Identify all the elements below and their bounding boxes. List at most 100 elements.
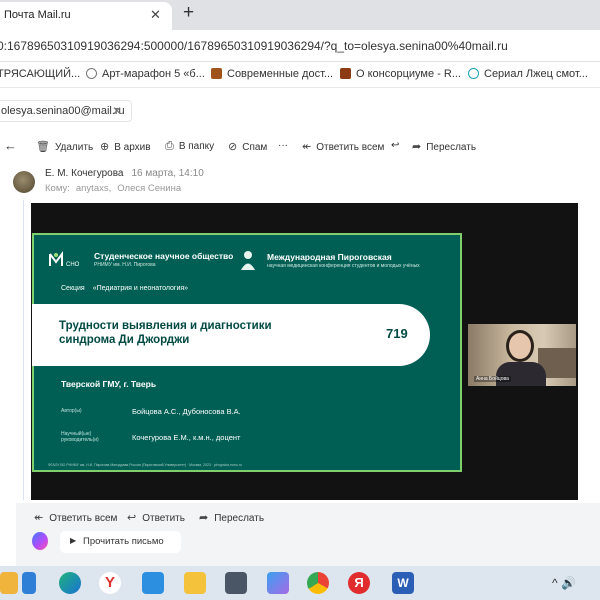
reply-all-button[interactable]: ↞ Ответить всем	[302, 140, 384, 153]
thread-line	[23, 200, 24, 500]
recipient[interactable]: anytaxs,	[76, 183, 111, 194]
bookmark-label: ТРЯСАЮЩИЙ...	[0, 68, 81, 80]
forward-button-bottom[interactable]: ➦ Переслать	[199, 511, 264, 524]
archive-label: В архив	[114, 142, 151, 153]
reply-button[interactable]: ↩	[391, 140, 399, 151]
sender-line: Е. М. Кочегурова 16 марта, 14:10	[45, 168, 204, 179]
more-button[interactable]: ···	[278, 140, 288, 151]
participant-body	[496, 362, 546, 386]
recipient[interactable]: Олеся Сенина	[117, 183, 181, 194]
message-date: 16 марта, 14:10	[131, 168, 204, 179]
pirogov-portrait-icon	[241, 251, 255, 270]
tab-title: Почта Mail.ru	[4, 9, 71, 21]
address-url[interactable]: 0:16789650310919036294:500000/1678965031…	[0, 39, 508, 53]
bookmark-3[interactable]: Современные дост...	[211, 68, 333, 80]
slide-title-line-1: Трудности выявления и диагностики	[59, 320, 272, 332]
account-chip[interactable]: olesya.senina00@mail.ru ✕	[0, 100, 132, 122]
spam-label: Спам	[242, 142, 268, 153]
abstract-number: 719	[386, 326, 408, 341]
folder-icon: ⎙	[165, 140, 174, 152]
supervisor-value: Кочегурова Е.М., к.м.н., доцент	[132, 433, 241, 442]
calculator-icon[interactable]	[225, 572, 247, 594]
move-label: В папку	[178, 141, 215, 152]
address-bar[interactable]: 0:16789650310919036294:500000/1678965031…	[0, 30, 600, 62]
participant-name: Анна Бойцова	[474, 376, 511, 382]
title-pill: Трудности выявления и диагностики синдро…	[32, 304, 430, 366]
files-icon[interactable]	[0, 572, 18, 594]
reply-all-icon: ↞	[34, 512, 44, 524]
reply-all-button-bottom[interactable]: ↞ Ответить всем	[34, 511, 117, 524]
recipients-line: Кому: anytaxs, Олеся Сенина	[45, 183, 187, 194]
taskbar: Y Я W ^ 🔊	[0, 566, 600, 600]
sender-name[interactable]: Е. М. Кочегурова	[45, 168, 123, 179]
forward-icon: ➦	[199, 512, 209, 524]
tab-close-icon[interactable]: ✕	[150, 7, 161, 23]
reply-label: Ответить	[142, 513, 185, 524]
sender-avatar[interactable]	[13, 171, 35, 193]
site-icon	[211, 68, 222, 79]
archive-icon: ⊕	[100, 141, 110, 153]
section-label: Секция	[61, 285, 85, 292]
bookmark-5[interactable]: Сериал Лжец смот...	[468, 68, 588, 80]
participant-head	[506, 330, 534, 362]
forward-label: Переслать	[214, 513, 265, 524]
move-to-folder-button[interactable]: ⎙ В папку	[165, 140, 214, 153]
archive-button[interactable]: ⊕ В архив	[100, 140, 151, 153]
reply-all-label: Ответить всем	[49, 513, 118, 524]
forward-label: Переслать	[426, 142, 477, 153]
delete-label: Удалить	[54, 142, 94, 153]
reply-all-icon: ↞	[302, 141, 312, 153]
reply-icon: ↩	[127, 512, 137, 524]
bookmark-4[interactable]: О консорциуме - R...	[340, 68, 461, 80]
read-aloud-button[interactable]: ▶ Прочитать письмо	[60, 531, 181, 553]
sno-logo: СНО	[49, 251, 80, 268]
close-icon[interactable]: ✕	[112, 104, 122, 118]
section-value: «Педиатрия и неонатология»	[92, 285, 189, 292]
participant-camera: Анна Бойцова	[468, 324, 576, 386]
ai-assistant-icon[interactable]	[32, 532, 48, 550]
browser-tab-strip: Почта Mail.ru ✕ +	[0, 0, 600, 30]
authors-label: Автор(ы)	[61, 408, 82, 414]
reply-all-label: Ответить всем	[316, 142, 385, 153]
reply-button-bottom[interactable]: ↩ Ответить	[127, 511, 185, 524]
slide-title: Трудности выявления и диагностики синдро…	[59, 319, 272, 347]
bookmark-label: Современные дост...	[227, 68, 334, 80]
browser-tab-mail[interactable]: Почта Mail.ru ✕	[0, 2, 172, 30]
mail-icon[interactable]	[142, 572, 164, 594]
slide-title-line-2: синдрома Ди Джорджи	[59, 334, 190, 346]
bookmarks-bar: ТРЯСАЮЩИЙ... Арт-марафон 5 «б... Совреме…	[0, 62, 600, 88]
spam-icon: ⊘	[228, 141, 238, 153]
files-icon[interactable]	[22, 572, 36, 594]
org1-title: Студенческое научное общество	[94, 251, 234, 261]
spam-button[interactable]: ⊘ Спам	[228, 140, 267, 153]
back-arrow-icon[interactable]: ←	[4, 138, 17, 153]
bookmark-label: Сериал Лжец смот...	[484, 68, 588, 80]
edge-icon[interactable]	[59, 572, 81, 594]
delete-button[interactable]: 🗑 Удалить	[36, 140, 93, 153]
yandex-browser-icon[interactable]: Y	[99, 572, 121, 594]
bookmark-1[interactable]: ТРЯСАЮЩИЙ...	[0, 68, 80, 80]
forward-button[interactable]: ➦ Переслать	[412, 140, 476, 153]
authors-value: Бойцова А.С., Дубоносова В.А.	[132, 407, 241, 416]
chrome-icon[interactable]	[307, 572, 329, 594]
site-icon	[340, 68, 351, 79]
refresh-icon	[468, 68, 479, 79]
reply-bar: ↞ Ответить всем ↩ Ответить ➦ Переслать ▶ Пр…	[16, 503, 600, 566]
yandex-icon[interactable]: Я	[348, 572, 370, 594]
org2-title: Международная Пироговская	[267, 252, 392, 262]
account-row: olesya.senina00@mail.ru ✕	[0, 100, 600, 122]
bookmark-2[interactable]: Арт-марафон 5 «б...	[86, 68, 205, 80]
photos-icon[interactable]	[267, 572, 289, 594]
to-label: Кому:	[45, 183, 70, 194]
system-tray[interactable]: ^ 🔊	[552, 576, 576, 590]
screen: Почта Mail.ru ✕ + 0:16789650310919036294…	[0, 0, 600, 600]
new-tab-button[interactable]: +	[183, 3, 194, 23]
explorer-icon[interactable]	[184, 572, 206, 594]
mail-toolbar: ← 🗑 Удалить ⊕ В архив ⎙ В папку ⊘ Спам ··· ↞…	[0, 138, 600, 156]
word-icon[interactable]: W	[392, 572, 414, 594]
play-icon: ▶	[70, 536, 77, 545]
trash-icon: 🗑	[36, 141, 50, 153]
bookmark-label: Арт-марафон 5 «б...	[102, 68, 205, 80]
slide-footer: ФГАОУ ВО РНИМУ им. Н.И. Пирогова Минздра…	[48, 463, 242, 467]
globe-icon	[86, 68, 97, 79]
